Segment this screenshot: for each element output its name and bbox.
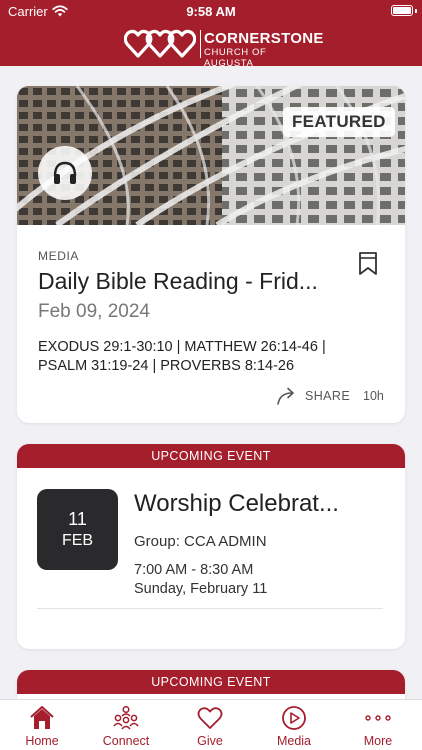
status-time: 9:58 AM: [186, 4, 236, 19]
event-divider: [37, 608, 383, 609]
battery-tip: [415, 9, 417, 13]
media-title[interactable]: Daily Bible Reading - Frid...: [38, 268, 356, 295]
tab-bar: Home Connect Give Media More: [0, 699, 422, 750]
media-description: EXODUS 29:1-30:10 | MATTHEW 26:14-46 | P…: [38, 339, 326, 374]
home-icon: [30, 706, 54, 729]
event-date-tile: 11 FEB: [37, 489, 118, 570]
bookmark-icon[interactable]: [357, 251, 379, 277]
logo-name: CORNERSTONE: [204, 30, 324, 47]
people-icon: [113, 705, 139, 730]
event-band: UPCOMING EVENT: [17, 444, 405, 468]
church-logo[interactable]: CORNERSTONE CHURCH OF AUGUSTA: [124, 27, 323, 69]
tab-more-label: More: [363, 734, 393, 748]
event-day: 11: [68, 509, 87, 529]
post-age: 10h: [363, 389, 384, 403]
play-icon: [282, 706, 306, 730]
share-label: SHARE: [305, 389, 351, 403]
tab-media[interactable]: Media: [252, 700, 336, 750]
battery-icon: [391, 5, 413, 16]
event-weekday-date: Sunday, February 11: [134, 581, 268, 597]
more-icon: [365, 715, 391, 721]
event-group: Group: CCA ADMIN: [134, 533, 267, 550]
event-month: FEB: [61, 532, 94, 549]
logo-subtitle: CHURCH OF AUGUSTA: [204, 47, 267, 69]
event-band-2: UPCOMING EVENT: [17, 670, 405, 694]
event-title[interactable]: Worship Celebrat...: [134, 490, 364, 518]
event-time: 7:00 AM - 8:30 AM: [134, 562, 254, 578]
media-play-button[interactable]: [38, 146, 92, 200]
card-type-label: MEDIA: [38, 249, 80, 263]
tab-give[interactable]: Give: [168, 700, 252, 750]
tab-connect-label: Connect: [102, 734, 150, 748]
tab-give-label: Give: [197, 734, 223, 748]
logo-divider: [200, 30, 201, 58]
share-button[interactable]: SHARE: [277, 387, 350, 407]
app-header: CORNERSTONE CHURCH OF AUGUSTA: [0, 22, 422, 69]
share-icon: [277, 387, 294, 405]
tab-home[interactable]: Home: [0, 700, 84, 750]
tab-home-label: Home: [25, 734, 59, 748]
hero-image: FEATURED: [17, 86, 405, 225]
tab-media-label: Media: [276, 734, 312, 748]
tab-more[interactable]: More: [336, 700, 420, 750]
heart-icon: [197, 707, 223, 729]
media-date: Feb 09, 2024: [38, 301, 150, 322]
featured-media-card[interactable]: FEATURED MEDIA Daily Bible Reading - Fri…: [17, 86, 405, 423]
featured-badge: FEATURED: [283, 107, 395, 137]
status-bar: Carrier 9:58 AM: [0, 0, 422, 22]
upcoming-event-card[interactable]: UPCOMING EVENT 11 FEB Worship Celebrat..…: [17, 444, 405, 649]
headphones-icon: [53, 161, 77, 184]
tab-connect[interactable]: Connect: [84, 700, 168, 750]
hearts-logo-icon: [124, 29, 196, 58]
